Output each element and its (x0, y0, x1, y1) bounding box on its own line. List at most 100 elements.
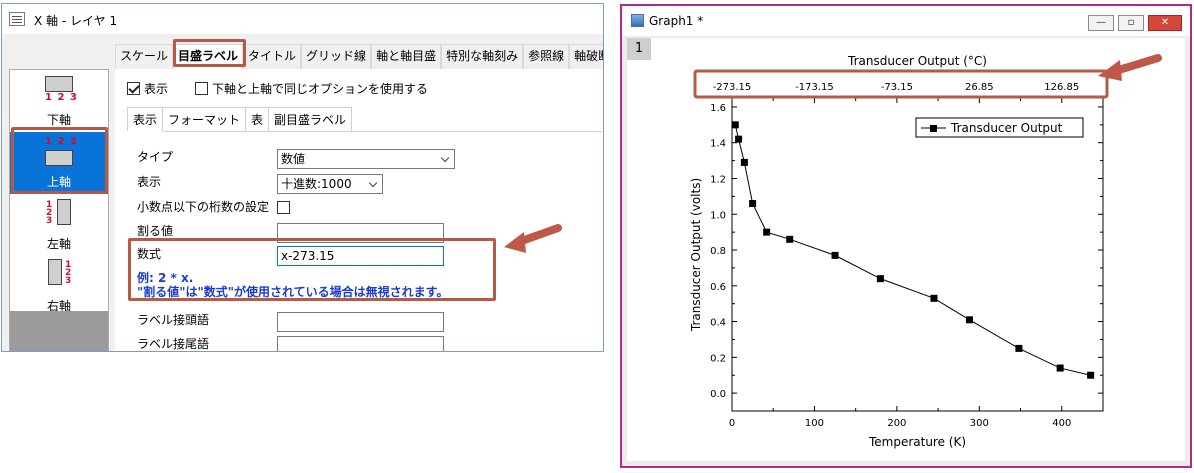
axis-dialog: X 軸 - レイヤ 1 スケール 目盛ラベル タイトル グリッド線 軸と軸目盛 … (1, 3, 604, 352)
subtab-minor-labels[interactable]: 副目盛ラベル (268, 107, 353, 131)
arrow-head (1098, 60, 1122, 81)
same-options-checkbox[interactable] (195, 82, 208, 95)
axis-tick-numbers: 1 2 3 (46, 200, 53, 226)
data-point (930, 294, 938, 302)
left-axis-icon (57, 199, 71, 225)
tab-scale[interactable]: スケール (115, 44, 174, 69)
show-checkbox[interactable] (127, 82, 140, 95)
axis-item-top[interactable]: 1 2 3 上軸 (10, 132, 108, 194)
tab-axis-break[interactable]: 軸破断 (569, 44, 603, 69)
same-options-checkbox-row[interactable]: 下軸と上軸で同じオプションを使用する (195, 80, 428, 97)
minimize-button[interactable]: — (1088, 15, 1114, 31)
formula-input[interactable]: x-273.15 (277, 246, 444, 266)
axis-item-label: 左軸 (46, 237, 71, 251)
y-tick-label: 1.0 (710, 210, 726, 221)
axis-item-left[interactable]: 1 2 3 左軸 (10, 194, 108, 256)
suffix-label: ラベル接尾語 (137, 337, 210, 351)
tab-title[interactable]: タイトル (243, 44, 302, 69)
top-tick-label: 26.85 (965, 82, 994, 93)
x-tick-label: 400 (1052, 418, 1071, 429)
dialog-tab-strip: スケール 目盛ラベル タイトル グリッド線 軸と軸目盛 特別な軸刻み 参照線 軸… (115, 44, 603, 69)
y-tick-label: 1.2 (710, 174, 726, 185)
x-tick-label: 0 (729, 418, 735, 429)
subtab-table[interactable]: 表 (245, 107, 270, 131)
y-tick-label: 0.6 (710, 282, 726, 293)
dialog-titlebar: X 軸 - レイヤ 1 (2, 4, 603, 34)
prefix-label: ラベル接頭語 (137, 313, 210, 327)
top-tick-label: 126.85 (1044, 82, 1079, 93)
decimals-label: 小数点以下の桁数の設定 (137, 200, 270, 214)
graph-titlebar: Graph1 * — ▫ ✕ (622, 6, 1190, 36)
tab-line-and-ticks[interactable]: 軸と軸目盛 (371, 44, 442, 69)
axis-item-bottom[interactable]: 1 2 3 下軸 (10, 70, 108, 132)
tab-reference-lines[interactable]: 参照線 (523, 44, 570, 69)
divide-label: 割る値 (137, 224, 174, 238)
data-point (1056, 364, 1064, 372)
axis-item-label: 下軸 (46, 113, 71, 127)
tab-special-ticks[interactable]: 特別な軸刻み (441, 44, 524, 69)
top-tick-label: -273.15 (713, 82, 752, 93)
maximize-button[interactable]: ▫ (1118, 15, 1144, 31)
data-point (749, 200, 757, 208)
callout-arrow-formula (504, 224, 562, 253)
callout-arrow-top-axis (1098, 54, 1162, 81)
y-tick-label: 0.0 (710, 389, 726, 400)
tick-label-properties-panel: 表示 下軸と上軸で同じオプションを使用する 表示 フォーマット 表 副目盛ラベル… (115, 69, 603, 351)
y-tick-label: 0.4 (710, 318, 726, 329)
axis-item-right[interactable]: 1 2 3 右軸 (10, 256, 108, 318)
right-axis-icon (48, 259, 62, 285)
formula-label: 数式 (137, 247, 162, 261)
display-dropdown[interactable]: 十進数:1000 (277, 174, 383, 194)
tab-grid-lines[interactable]: グリッド線 (301, 44, 372, 69)
suffix-input[interactable] (277, 336, 444, 351)
same-options-label: 下軸と上軸で同じオプションを使用する (212, 82, 429, 96)
top-axis-title: Transducer Output (°C) (847, 54, 987, 68)
formula-hint: 例: 2 * x. "割る値"は"数式"が使用されている場合は無視されます。 (137, 271, 449, 299)
series-line (734, 124, 1091, 376)
divide-input[interactable] (277, 223, 444, 243)
subtab-format[interactable]: フォーマット (162, 107, 247, 131)
arrow-head (504, 232, 526, 253)
axis-list-empty-area (10, 311, 108, 351)
data-point (1015, 344, 1023, 352)
legend-label: Transducer Output (950, 121, 1063, 135)
close-button[interactable]: ✕ (1148, 15, 1182, 31)
plot-area: 0 100 200 300 400 0.0 0.2 0.4 0.6 0.8 1.0 1.2 1.4 1.6… (689, 54, 1109, 449)
axis-tick-numbers: 1 2 3 (65, 260, 72, 286)
legend-marker (930, 125, 937, 132)
top-tick-label: -73.15 (881, 82, 913, 93)
axis-tick-numbers: 1 2 3 (45, 92, 78, 103)
data-point (740, 158, 748, 166)
axis-selector-list: 1 2 3 下軸 1 2 3 上軸 1 2 3 左軸 1 2 3 右軸 (9, 69, 109, 351)
x-axis-title: Temperature (K) (868, 435, 966, 449)
top-tick-label: -173.15 (795, 82, 834, 93)
subtab-strip: 表示 フォーマット 表 副目盛ラベル (127, 107, 602, 132)
data-point (735, 135, 743, 143)
data-point (965, 316, 973, 324)
y-tick-label: 1.6 (710, 103, 726, 114)
x-tick-label: 200 (887, 418, 906, 429)
y-tick-label: 0.2 (710, 353, 726, 364)
graph-window-icon (631, 14, 644, 27)
x-tick-label: 100 (805, 418, 824, 429)
type-dropdown[interactable]: 数値 (277, 149, 455, 169)
data-point (763, 228, 771, 236)
dialog-app-icon (9, 12, 25, 26)
bottom-axis-icon (45, 76, 73, 92)
axis-tick-numbers: 1 2 3 (45, 136, 78, 147)
top-axis-icon (45, 150, 73, 166)
show-checkbox-label: 表示 (144, 82, 169, 96)
plot-frame (731, 97, 1104, 412)
data-point (831, 251, 839, 259)
prefix-input[interactable] (277, 312, 444, 332)
tab-tick-labels[interactable]: 目盛ラベル (173, 44, 244, 69)
y-tick-label: 1.4 (710, 139, 726, 150)
data-point (786, 235, 794, 243)
data-point (1087, 371, 1095, 379)
show-checkbox-row[interactable]: 表示 (127, 80, 168, 97)
graph-window-title: Graph1 * (649, 14, 704, 28)
subtab-display[interactable]: 表示 (127, 107, 164, 132)
data-point (731, 121, 739, 129)
decimals-checkbox[interactable] (277, 201, 290, 214)
axis-item-label: 上軸 (46, 175, 71, 189)
